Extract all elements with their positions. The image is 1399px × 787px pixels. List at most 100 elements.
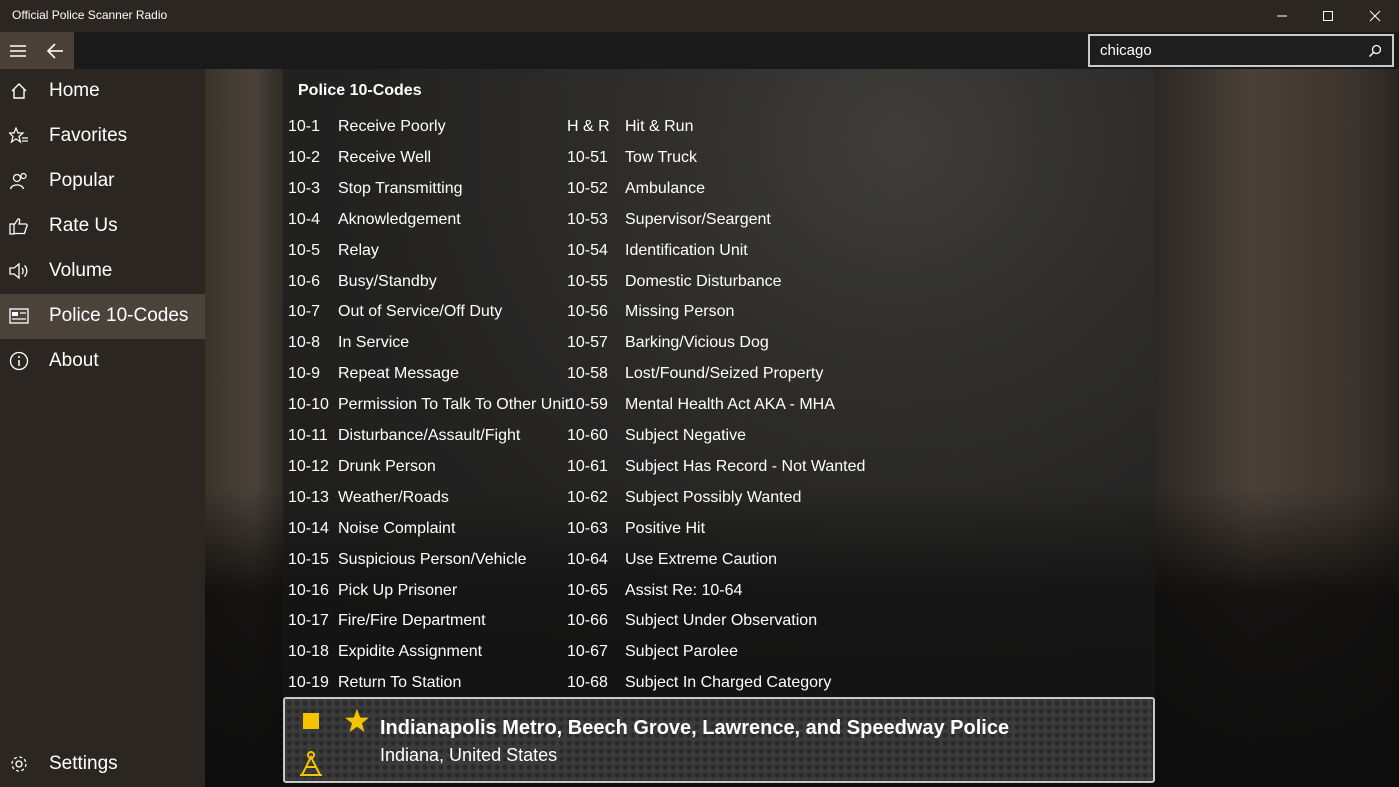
sidebar-item-label: Home bbox=[49, 80, 100, 101]
close-icon bbox=[1369, 10, 1381, 22]
code-number: 10-18 bbox=[288, 643, 329, 661]
code-description: Disturbance/Assault/Fight bbox=[338, 427, 521, 444]
back-arrow-icon bbox=[46, 42, 63, 59]
code-number: 10-58 bbox=[567, 365, 608, 383]
code-number: 10-66 bbox=[567, 612, 608, 630]
sidebar-item-label: Volume bbox=[49, 260, 113, 281]
settings-label: Settings bbox=[49, 753, 118, 774]
maximize-button[interactable] bbox=[1305, 0, 1351, 32]
sidebar-item-label: About bbox=[49, 350, 99, 371]
home-icon bbox=[9, 81, 29, 101]
code-description: Stop Transmitting bbox=[338, 179, 463, 197]
sidebar: Home Favorites Popular Rate Us Volume Po… bbox=[0, 69, 205, 787]
code-description: Barking/Vicious Dog bbox=[625, 334, 769, 352]
code-description: Domestic Disturbance bbox=[625, 272, 782, 290]
search-icon bbox=[1368, 44, 1382, 58]
code-description: Mental Health Act AKA - MHA bbox=[625, 396, 835, 414]
favorite-button[interactable] bbox=[343, 707, 371, 735]
code-description: Pick Up Prisoner bbox=[338, 581, 458, 599]
code-description: Identification Unit bbox=[625, 241, 748, 259]
maximize-icon bbox=[1323, 11, 1333, 21]
code-description: Expidite Assignment bbox=[338, 643, 483, 661]
code-description: Missing Person bbox=[625, 303, 735, 321]
sidebar-item-about[interactable]: About bbox=[0, 339, 205, 384]
code-number: 10-56 bbox=[567, 303, 608, 321]
minimize-button[interactable] bbox=[1259, 0, 1305, 32]
code-number: 10-64 bbox=[567, 550, 608, 568]
sidebar-item-home[interactable]: Home bbox=[0, 69, 205, 114]
sidebar-item-rate-us[interactable]: Rate Us bbox=[0, 204, 205, 249]
id-card-icon bbox=[9, 306, 29, 326]
sidebar-item-settings[interactable]: Settings bbox=[0, 742, 205, 787]
nav-controls bbox=[0, 32, 74, 69]
thumbs-up-icon bbox=[9, 216, 29, 236]
stop-button[interactable] bbox=[303, 713, 319, 729]
code-description: Drunk Person bbox=[338, 457, 436, 475]
gear-icon bbox=[9, 754, 29, 774]
code-number: 10-62 bbox=[567, 488, 608, 506]
code-number: 10-7 bbox=[288, 303, 321, 321]
hamburger-icon bbox=[10, 44, 26, 57]
favorites-star-list-icon bbox=[9, 126, 29, 146]
code-number: 10-67 bbox=[567, 643, 608, 661]
search-box bbox=[1088, 34, 1394, 67]
code-number: 10-54 bbox=[567, 241, 608, 259]
code-number: 10-53 bbox=[567, 210, 608, 228]
code-number: 10-61 bbox=[567, 457, 608, 475]
code-number: 10-52 bbox=[567, 179, 608, 197]
code-description: Weather/Roads bbox=[338, 488, 449, 506]
code-description: Noise Complaint bbox=[338, 519, 456, 537]
page-title: Police 10-Codes bbox=[298, 82, 422, 99]
code-number: 10-10 bbox=[288, 396, 329, 414]
code-description: Assist Re: 10-64 bbox=[625, 581, 743, 599]
toolbar bbox=[0, 32, 1399, 69]
code-description: Return To Station bbox=[338, 674, 462, 692]
code-number: 10-1 bbox=[288, 118, 321, 135]
code-number: 10-6 bbox=[288, 272, 321, 290]
code-number: 10-63 bbox=[567, 519, 608, 537]
code-number: 10-4 bbox=[288, 210, 321, 228]
code-description: Subject Negative bbox=[625, 427, 746, 444]
code-description: Permission To Talk To Other Unit bbox=[338, 396, 570, 414]
code-number: 10-60 bbox=[567, 427, 608, 444]
code-description: Ambulance bbox=[625, 179, 706, 197]
code-description: Fire/Fire Department bbox=[338, 612, 486, 630]
back-button[interactable] bbox=[36, 32, 74, 69]
close-button[interactable] bbox=[1352, 0, 1398, 32]
code-description: Receive Poorly bbox=[338, 118, 446, 135]
search-button[interactable] bbox=[1364, 40, 1386, 62]
sidebar-item-volume[interactable]: Volume bbox=[0, 249, 205, 294]
code-description: Busy/Standby bbox=[338, 272, 437, 290]
sidebar-item-favorites[interactable]: Favorites bbox=[0, 114, 205, 159]
search-input[interactable] bbox=[1090, 36, 1360, 65]
code-description: Use Extreme Caution bbox=[625, 550, 778, 568]
radio-tower-icon bbox=[297, 747, 325, 777]
code-number: 10-11 bbox=[288, 427, 328, 444]
star-icon bbox=[345, 709, 369, 732]
code-description: Hit & Run bbox=[625, 118, 694, 135]
station-location: Indiana, United States bbox=[380, 745, 558, 765]
sidebar-item-label: Popular bbox=[49, 170, 115, 191]
code-description: Subject Parolee bbox=[625, 643, 738, 661]
speaker-icon bbox=[9, 261, 29, 281]
code-number: 10-15 bbox=[288, 550, 329, 568]
code-description: Aknowledgement bbox=[338, 210, 461, 228]
sidebar-item-label: Police 10-Codes bbox=[49, 305, 189, 326]
station-name: Indianapolis Metro, Beech Grove, Lawrenc… bbox=[380, 717, 1010, 739]
sidebar-item-popular[interactable]: Popular bbox=[0, 159, 205, 204]
menu-button[interactable] bbox=[0, 32, 36, 69]
code-description: Lost/Found/Seized Property bbox=[625, 365, 824, 383]
people-icon bbox=[9, 171, 29, 191]
title-bar: Official Police Scanner Radio bbox=[0, 0, 1399, 32]
code-number: 10-3 bbox=[288, 179, 321, 197]
code-description: Subject Under Observation bbox=[625, 612, 818, 630]
code-number: 10-59 bbox=[567, 396, 608, 414]
code-number: 10-68 bbox=[567, 674, 608, 692]
code-number: H & R bbox=[567, 118, 610, 135]
code-description: Receive Well bbox=[338, 148, 432, 166]
sidebar-item-police-10-codes[interactable]: Police 10-Codes bbox=[0, 294, 205, 339]
code-description: Relay bbox=[338, 241, 379, 259]
code-number: 10-8 bbox=[288, 334, 321, 352]
code-number: 10-16 bbox=[288, 581, 329, 599]
code-number: 10-9 bbox=[288, 365, 321, 383]
